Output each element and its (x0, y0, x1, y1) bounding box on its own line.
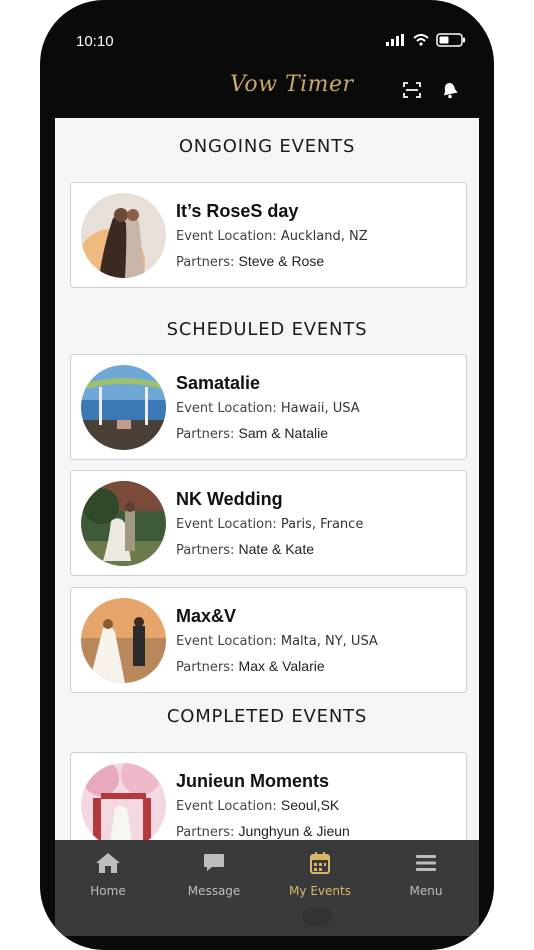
section-title-completed: COMPLETED EVENTS (166, 706, 368, 727)
event-card[interactable]: It’s RoseS day Event Location: Auckland,… (70, 182, 467, 288)
bell-icon (443, 83, 458, 99)
location-label: Event Location: (176, 634, 281, 649)
event-card[interactable]: NK Wedding Event Location: Paris, France… (70, 470, 467, 576)
location-label: Event Location: (176, 229, 281, 244)
battery-icon (436, 33, 465, 47)
event-photo (81, 598, 166, 683)
tab-my-events[interactable]: My Events (267, 850, 373, 900)
location-label: Event Location: (176, 401, 281, 416)
tab-home[interactable]: Home (55, 850, 161, 900)
partners-label: Partners: (176, 660, 239, 675)
event-title: Samatalie (176, 373, 261, 393)
tab-message[interactable]: Message (161, 850, 267, 900)
calendar-icon (310, 852, 330, 874)
partners-value: Max & Valarie (238, 658, 325, 674)
location-value: Hawaii, USA (280, 401, 360, 416)
event-location: Event Location: Paris, France (176, 517, 363, 532)
location-value: Seoul,SK (280, 797, 340, 813)
event-partners: Partners: Nate & Kate (176, 541, 314, 558)
wifi-icon (413, 34, 429, 46)
event-title: Max&V (176, 606, 237, 626)
event-photo (81, 481, 166, 566)
event-partners: Partners: Max & Valarie (176, 658, 325, 675)
event-partners: Partners: Junghyun & Jieun (176, 823, 350, 840)
app-logo: Vow Timer (230, 72, 354, 97)
app-header: Vow Timer (40, 60, 494, 118)
partners-value: Nate & Kate (238, 541, 315, 557)
event-photo (81, 763, 166, 840)
home-icon (96, 853, 120, 873)
event-photo (81, 365, 166, 450)
events-screen[interactable]: ONGOING EVENTS It’s RoseS day Event Loca… (55, 118, 479, 840)
notifications-button[interactable] (438, 78, 462, 102)
event-location: Event Location: Hawaii, USA (176, 401, 360, 416)
event-card[interactable]: Samatalie Event Location: Hawaii, USA Pa… (70, 354, 467, 460)
tab-home-label: Home (90, 884, 126, 898)
event-partners: Partners: Steve & Rose (176, 253, 324, 270)
location-value: Auckland, NZ (280, 229, 368, 244)
scan-icon (403, 82, 421, 98)
tab-menu-label: Menu (409, 884, 443, 898)
event-location: Event Location: Seoul,SK (176, 797, 339, 814)
section-title-ongoing: ONGOING EVENTS (178, 136, 356, 157)
tab-menu[interactable]: Menu (373, 850, 479, 900)
phone-frame: 10:10 Vow Timer ONGOING EVENTS It’s Rose… (40, 0, 494, 950)
event-title: Junieun Moments (176, 771, 330, 791)
tab-my-events-label: My Events (289, 884, 351, 898)
partners-value: Sam & Natalie (238, 425, 329, 441)
partners-value: Steve & Rose (238, 253, 325, 269)
event-title: It’s RoseS day (176, 201, 299, 221)
scan-button[interactable] (400, 78, 424, 102)
message-icon (204, 854, 224, 871)
location-value: Malta, NY, USA (280, 634, 378, 649)
partners-label: Partners: (176, 543, 239, 558)
partners-label: Partners: (176, 427, 239, 442)
partners-label: Partners: (176, 255, 239, 270)
partners-value: Junghyun & Jieun (238, 823, 350, 839)
location-value: Paris, France (280, 517, 364, 532)
event-location: Event Location: Auckland, NZ (176, 229, 368, 244)
event-partners: Partners: Sam & Natalie (176, 425, 328, 442)
signal-icon (386, 34, 404, 46)
event-title: NK Wedding (176, 489, 283, 509)
location-label: Event Location: (176, 799, 281, 814)
location-label: Event Location: (176, 517, 281, 532)
bottom-tab-bar: Home Message My Events Menu (55, 840, 479, 936)
partners-label: Partners: (176, 825, 239, 840)
event-card[interactable]: Junieun Moments Event Location: Seoul,SK… (70, 752, 467, 840)
event-card[interactable]: Max&V Event Location: Malta, NY, USA Par… (70, 587, 467, 693)
tab-message-label: Message (187, 884, 241, 898)
event-photo (81, 193, 166, 278)
status-time: 10:10 (76, 33, 114, 50)
home-indicator (302, 908, 332, 926)
menu-icon (416, 855, 436, 871)
section-title-scheduled: SCHEDULED EVENTS (166, 319, 368, 340)
event-location: Event Location: Malta, NY, USA (176, 634, 378, 649)
status-icons (386, 32, 466, 48)
